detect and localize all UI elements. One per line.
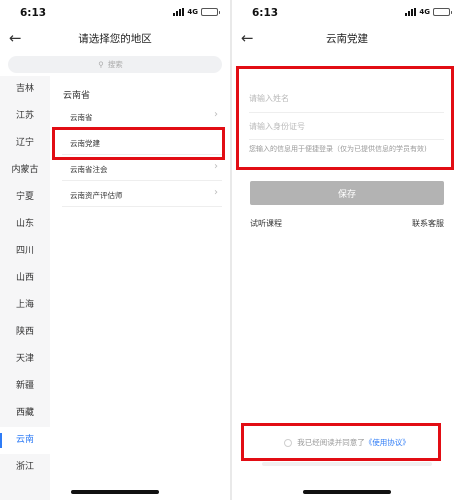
contact-support-link[interactable]: 联系客服	[412, 218, 444, 229]
search-input[interactable]	[107, 60, 132, 69]
province-item[interactable]: 天津	[0, 346, 50, 373]
network-type: 4G	[419, 8, 430, 16]
network-type: 4G	[187, 8, 198, 16]
page-title: 请选择您的地区	[78, 33, 152, 45]
page-title: 云南党建	[326, 33, 368, 45]
status-time: 6:13	[20, 7, 47, 19]
home-indicator	[71, 490, 159, 494]
search-icon: ⚲	[98, 60, 104, 69]
province-item[interactable]: 山西	[0, 265, 50, 292]
sub-region-label: 云南省注会	[70, 165, 108, 174]
save-button[interactable]: 保存	[250, 181, 444, 205]
highlight-box	[241, 423, 441, 461]
province-item[interactable]: 上海	[0, 292, 50, 319]
home-indicator	[303, 490, 391, 494]
status-icons: 4G	[405, 8, 452, 16]
faded-footer-text	[262, 462, 432, 466]
province-item[interactable]: 陕西	[0, 319, 50, 346]
status-bar: 6:13 4G	[0, 0, 230, 26]
province-item[interactable]: 新疆	[0, 373, 50, 400]
sub-region-item[interactable]: 云南省 ›	[62, 104, 222, 129]
chevron-right-icon: ›	[214, 109, 218, 120]
province-item[interactable]: 吉林	[0, 76, 50, 103]
chevron-right-icon: ›	[214, 161, 218, 172]
login-form-screen: 6:13 4G ← 云南党建 您输入的信息用于便捷登录（仅为已提供信息的学员有效…	[232, 0, 462, 500]
province-item-selected[interactable]: 云南	[0, 427, 50, 454]
province-item[interactable]: 辽宁	[0, 130, 50, 157]
status-time: 6:13	[252, 7, 279, 19]
province-item[interactable]: 宁夏	[0, 184, 50, 211]
sub-region-label: 云南资产评估师	[70, 191, 123, 200]
trial-course-link[interactable]: 试听课程	[250, 218, 282, 229]
province-item[interactable]: 西藏	[0, 400, 50, 427]
sub-region-heading: 云南省	[63, 91, 91, 101]
highlight-box	[236, 66, 454, 170]
signal-icon	[405, 8, 417, 16]
province-list: 吉林 江苏 辽宁 内蒙古 宁夏 山东 四川 山西 上海 陕西 天津 新疆 西藏 …	[0, 76, 50, 500]
province-item[interactable]: 山东	[0, 211, 50, 238]
province-item[interactable]: 江苏	[0, 103, 50, 130]
signal-icon	[173, 8, 185, 16]
highlight-box	[52, 127, 225, 160]
sub-region-item[interactable]: 云南资产评估师 ›	[62, 182, 222, 207]
nav-bar: ← 云南党建	[232, 26, 462, 52]
status-bar: 6:13 4G	[232, 0, 462, 26]
battery-icon	[433, 8, 452, 16]
region-select-screen: 6:13 4G ← 请选择您的地区 ⚲ 吉林 江苏 辽宁 内蒙古 宁夏 山东 四…	[0, 0, 230, 500]
search-bar[interactable]: ⚲	[8, 56, 222, 73]
province-item[interactable]: 浙江	[0, 454, 50, 481]
nav-bar: ← 请选择您的地区	[0, 26, 230, 52]
province-item[interactable]: 内蒙古	[0, 157, 50, 184]
province-item[interactable]: 四川	[0, 238, 50, 265]
status-icons: 4G	[173, 8, 220, 16]
sub-region-label: 云南省	[70, 113, 93, 122]
battery-icon	[201, 8, 220, 16]
chevron-right-icon: ›	[214, 187, 218, 198]
